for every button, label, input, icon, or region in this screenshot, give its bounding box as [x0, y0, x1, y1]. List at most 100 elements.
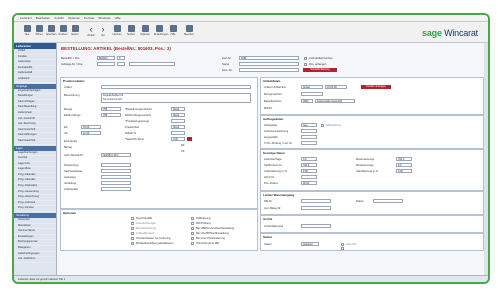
options-button[interactable]: Optionen — [140, 25, 150, 38]
staffel-summe-field[interactable]: 700,0 — [301, 163, 317, 167]
lieferant-name-field[interactable] — [239, 62, 299, 66]
auftrags-nr-field[interactable] — [97, 62, 115, 66]
auftragsart-field[interactable]: Neu — [301, 123, 317, 127]
option-checkbox[interactable] — [131, 242, 134, 245]
exit-button[interactable]: Beenden — [184, 25, 194, 38]
new-button[interactable]: Neu — [22, 25, 32, 38]
sachbearbeiter-field[interactable] — [101, 169, 131, 173]
eilbestellung-checkbox[interactable] — [321, 123, 324, 127]
preiseinheit-field[interactable]: Stück — [171, 125, 185, 129]
menu-item-2[interactable]: Bearbeiten — [36, 16, 51, 20]
lieferweg-field[interactable] — [101, 175, 131, 179]
option-checkbox[interactable] — [191, 217, 194, 220]
option-checkbox[interactable] — [131, 237, 134, 240]
artikel-date-field[interactable]: 15.03.06 — [325, 85, 347, 89]
menu-item-1[interactable]: Lieferant — [20, 16, 32, 20]
bestellposition-field[interactable]: 0000 — [301, 99, 313, 103]
kunden-anzeigen-button[interactable]: Kunden anzeigen — [361, 85, 391, 89]
option-checkbox[interactable] — [191, 232, 194, 235]
ekdo-menge-field[interactable]: 755 — [101, 113, 121, 117]
search-button[interactable]: Suchen — [126, 25, 136, 38]
auftr-bestell-field[interactable]: SlotSB in Prio — [101, 153, 131, 157]
lief-beleg-field[interactable] — [301, 206, 331, 210]
artikeldaten-title: Artikeldaten — [263, 79, 281, 83]
storniert-checkbox[interactable] — [341, 247, 344, 250]
status-field[interactable]: angelegt — [301, 242, 319, 246]
mengeneinheit-field[interactable] — [301, 92, 323, 96]
pos-datum-field[interactable]: 00,00 — [301, 181, 317, 185]
pos-anfangen-checkbox[interactable] — [304, 62, 307, 66]
ausgewaehlt-field[interactable] — [301, 135, 317, 139]
bestellposition-text-field[interactable]: Kostenstelle Gutschrift — [315, 99, 355, 103]
archivdokument-field[interactable] — [301, 224, 331, 228]
archiv-panel: Archiv Archivdokument — [260, 215, 484, 233]
unterlieferung-field[interactable]: 0,00 — [301, 169, 317, 173]
artikel-field[interactable] — [101, 85, 251, 89]
totl-field[interactable] — [301, 141, 317, 145]
help-button[interactable]: Hilfe — [168, 25, 178, 38]
bestell-pos-field[interactable]: 3 — [117, 56, 125, 60]
ek-field[interactable]: 10,00 — [81, 125, 101, 129]
menu-item-6[interactable]: Windows — [98, 16, 110, 20]
gebucht-checkbox[interactable] — [341, 242, 344, 246]
lieferzeit-label: Lieferzeit/Tage — [264, 158, 282, 161]
bezeichnung-field[interactable]: Kugelschreiber 01 — [101, 93, 251, 103]
menu-item-5[interactable]: Fenster — [84, 16, 94, 20]
datum-field[interactable] — [373, 199, 403, 203]
brand-logo: sage Wincarat — [422, 28, 478, 38]
positionstyp-field[interactable] — [101, 163, 131, 167]
ekdo-mengeneinheit-field[interactable]: Stück — [171, 113, 185, 117]
sidebar-item[interactable]: Artikelanfr. — [14, 77, 56, 83]
settings-button[interactable]: Einstellungen — [154, 25, 168, 38]
auftragsdaten-title: Auftragsdaten — [263, 117, 284, 121]
lieferzeit-field[interactable]: 0,0 — [301, 157, 317, 161]
bestell-nr-field[interactable]: 801603 — [97, 56, 115, 60]
rabatt-field[interactable] — [171, 131, 185, 135]
toolbar: Neu Öffnen Speichern Drucken Export ‹ Zur… — [14, 22, 488, 43]
arbeitsplatz-field[interactable] — [101, 187, 131, 191]
print-button[interactable]: Drucken — [58, 25, 68, 38]
sidebar-item[interactable]: Kauf-Gutschrift — [14, 139, 56, 145]
verladung-field[interactable] — [101, 181, 131, 185]
lieferant-field[interactable]: 1951 — [239, 56, 299, 60]
sidebar-item[interactable]: Prog.-Kunden — [14, 206, 56, 213]
abruf-field[interactable] — [301, 175, 317, 179]
menu-item-4[interactable]: Optionen — [68, 16, 80, 20]
back-button[interactable]: ‹ Zurück — [86, 25, 96, 38]
sidebar-item[interactable]: Lief.-Gebühren — [14, 257, 56, 263]
netto-preis-field[interactable]: 0,00 — [171, 137, 185, 141]
schnellerfassung-button[interactable]: Schnellerfassung — [303, 68, 337, 72]
option-checkbox[interactable] — [191, 227, 194, 230]
option-checkbox[interactable] — [191, 222, 194, 225]
option-checkbox[interactable] — [131, 227, 134, 230]
forward-button[interactable]: › Vor — [98, 25, 108, 38]
option-checkbox[interactable] — [191, 242, 194, 245]
liefervoraussetzung-field[interactable] — [301, 129, 317, 133]
save-button[interactable]: Speichern — [46, 25, 57, 38]
preisbezugsmenge-field[interactable] — [171, 119, 185, 123]
liefer-checkbox[interactable] — [304, 56, 307, 60]
vk-field[interactable]: 12,00 — [81, 131, 101, 135]
we-nr-field[interactable] — [301, 199, 331, 203]
menu-item-3[interactable]: Ansicht — [54, 16, 64, 20]
option-checkbox[interactable] — [191, 237, 194, 240]
export-button[interactable]: Export — [70, 25, 80, 38]
preis-info-button[interactable] — [187, 137, 192, 141]
option-checkbox[interactable] — [131, 222, 134, 225]
open-button[interactable]: Öffnen — [34, 25, 44, 38]
bestellmengeneinheit-field[interactable]: Stück — [171, 107, 185, 111]
kst-field[interactable] — [239, 68, 299, 72]
vertical-scrollbar[interactable] — [484, 43, 488, 275]
menge-field[interactable]: 755 — [101, 107, 121, 111]
option-checkbox[interactable] — [131, 232, 134, 235]
artikel-ext-field[interactable]: Artikel — [301, 85, 323, 89]
option-checkbox[interactable] — [131, 217, 134, 220]
auftrags-text-field[interactable] — [129, 62, 175, 66]
auftrags-pos-field[interactable] — [117, 62, 125, 66]
delete-button[interactable]: Löschen — [112, 25, 122, 38]
ueberlieferung-field[interactable]: 0,00 — [396, 169, 412, 173]
menu-item-7[interactable]: Hilfe — [115, 16, 121, 20]
liefervoraussetzung-label: Liefervoraussetzung — [264, 130, 289, 133]
maximalmenge-field[interactable]: 700,0 — [396, 157, 412, 161]
mindestmenge-field[interactable]: 0,0 — [396, 163, 412, 167]
